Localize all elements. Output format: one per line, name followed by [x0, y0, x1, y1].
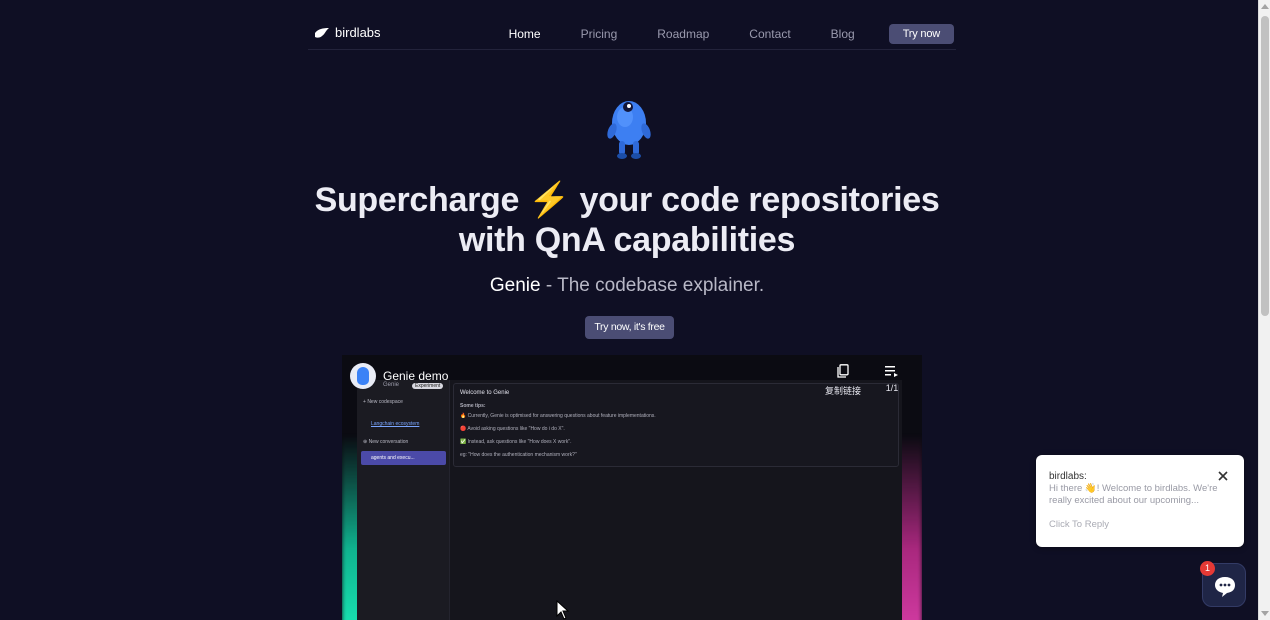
- tip-1: 🔥 Currently, Genie is optimised for answ…: [460, 413, 656, 419]
- hero-subheading: Genie - The codebase explainer.: [380, 275, 874, 297]
- welcome-title: Welcome to Genie: [460, 390, 510, 396]
- codespace-item: Langchain ecosystem: [371, 421, 420, 427]
- playlist-icon: [885, 366, 898, 377]
- new-conversation-label: New conversation: [368, 439, 409, 445]
- video-title[interactable]: Genie demo: [383, 370, 448, 382]
- page-scrollbar[interactable]: [1258, 0, 1270, 620]
- genie-mascot-image: [607, 101, 651, 159]
- tip-2: 🔴 Avoid asking questions like "How do i …: [460, 426, 565, 432]
- channel-avatar[interactable]: [350, 363, 376, 389]
- brand-name: birdlabs: [335, 25, 381, 40]
- app-sidebar: + New codespace Langchain ecosystem ⊕ Ne…: [357, 380, 450, 620]
- copy-link-button[interactable]: 复制链接: [823, 364, 863, 397]
- cursor-icon: [556, 600, 570, 620]
- close-icon[interactable]: [1216, 469, 1230, 483]
- demo-video-player[interactable]: + New codespace Langchain ecosystem ⊕ Ne…: [342, 355, 922, 620]
- chat-unread-badge: 1: [1200, 561, 1215, 576]
- chat-sender: birdlabs:: [1049, 471, 1087, 482]
- nav-pricing-link[interactable]: Pricing: [581, 27, 618, 41]
- scroll-up-arrow[interactable]: [1261, 4, 1269, 9]
- new-codespace-label: New codespace: [367, 399, 403, 405]
- headline-part1: Supercharge: [314, 181, 520, 219]
- scroll-down-arrow[interactable]: [1261, 611, 1269, 616]
- conversation-label: agents and execu...: [371, 455, 415, 461]
- new-conversation-item: ⊕ New conversation: [363, 439, 409, 445]
- playlist-count: 1/1: [885, 383, 899, 393]
- video-channel: Genie: [383, 382, 400, 388]
- try-free-button[interactable]: Try now, it's free: [585, 316, 674, 339]
- tip-example: eg: "How does the authentication mechani…: [460, 452, 577, 458]
- playlist-button[interactable]: 1/1: [882, 364, 902, 393]
- hero-headline: Supercharge ⚡ your code repositories wit…: [280, 180, 974, 260]
- nav-home-link[interactable]: Home: [509, 27, 541, 41]
- bird-logo-icon: [315, 27, 329, 38]
- tips-title: Some tips:: [460, 403, 486, 409]
- brand-logo[interactable]: birdlabs: [314, 25, 381, 40]
- nav-roadmap-link[interactable]: Roadmap: [657, 27, 709, 41]
- chat-reply-link[interactable]: Click To Reply: [1049, 519, 1109, 530]
- experiment-badge: Experiment: [412, 383, 444, 389]
- lightning-emoji: ⚡: [528, 181, 571, 219]
- product-name: Genie: [489, 275, 541, 296]
- scrollbar-thumb[interactable]: [1261, 16, 1269, 316]
- chat-message-popup[interactable]: birdlabs: Hi there 👋! Welcome to birdlab…: [1036, 455, 1244, 547]
- product-tagline: - The codebase explainer.: [540, 275, 765, 296]
- nav-links: Home Pricing Roadmap Contact Blog Try no…: [469, 24, 954, 44]
- copy-link-label: 复制链接: [824, 386, 861, 396]
- try-now-button[interactable]: Try now: [888, 24, 954, 44]
- copy-icon: [837, 364, 849, 378]
- video-app-screenshot: + New codespace Langchain ecosystem ⊕ Ne…: [357, 380, 902, 620]
- chat-message-preview: Hi there 👋! Welcome to birdlabs. We're r…: [1049, 483, 1218, 506]
- nav-contact-link[interactable]: Contact: [749, 27, 790, 41]
- new-codespace-item: + New codespace: [363, 399, 403, 405]
- tip-3: ✅ Instead, ask questions like "How does …: [460, 439, 572, 445]
- nav-blog-link[interactable]: Blog: [831, 27, 855, 41]
- top-nav: birdlabs Home Pricing Roadmap Contact Bl…: [308, 20, 956, 50]
